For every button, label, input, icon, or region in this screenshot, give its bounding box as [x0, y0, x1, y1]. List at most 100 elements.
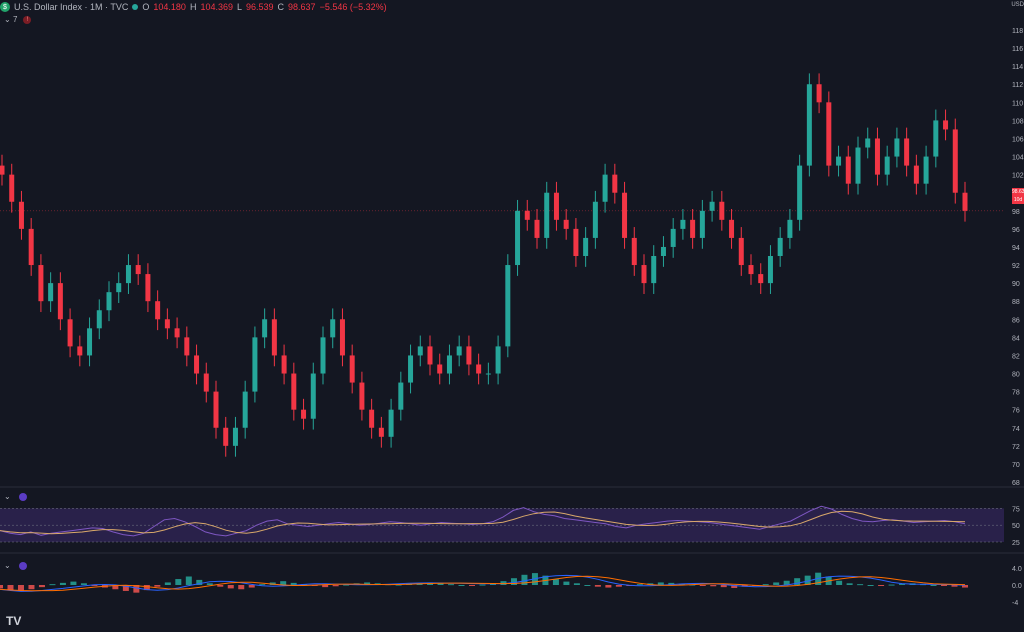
candle-body: [505, 265, 511, 347]
candle-body: [213, 391, 219, 428]
candle-body: [262, 319, 268, 338]
candle-body: [476, 364, 482, 374]
macd-histogram-bar: [773, 582, 780, 585]
candle-body: [184, 337, 190, 356]
macd-histogram-bar: [636, 584, 643, 586]
rsi-tick-label: 75: [1012, 506, 1020, 513]
macd-histogram-bar: [227, 585, 234, 589]
candle-body: [135, 265, 141, 275]
candle-body: [67, 319, 73, 347]
macd-histogram-bar: [80, 583, 87, 585]
macd-histogram-bar: [615, 585, 622, 587]
price-tick-label: 74: [1012, 426, 1020, 433]
candle-body: [612, 174, 618, 193]
candle-body: [952, 129, 958, 193]
candle-body: [194, 355, 200, 374]
candle-body: [816, 84, 822, 103]
candle-body: [515, 210, 521, 266]
price-tick-label: 102: [1012, 173, 1024, 180]
candle-body: [631, 237, 637, 266]
macd-histogram-bar: [248, 585, 255, 588]
candle-body: [904, 138, 910, 166]
candle-body: [553, 192, 559, 220]
low-label: L: [236, 2, 242, 12]
close-value: 98.637: [288, 2, 316, 12]
price-tick-label: 96: [1012, 227, 1020, 234]
candle-body: [767, 256, 773, 284]
candle-body: [495, 346, 501, 374]
macd-histogram-bar: [594, 585, 601, 587]
candle-body: [77, 346, 83, 356]
rsi-tick-label: 25: [1012, 540, 1020, 547]
candle-body: [164, 319, 170, 329]
price-tick-label: 88: [1012, 299, 1020, 306]
candle-body: [641, 265, 647, 284]
candle-body: [125, 265, 131, 284]
price-tick-label: 84: [1012, 335, 1020, 342]
high-value: 104.369: [200, 2, 233, 12]
alert-icon[interactable]: !: [23, 15, 32, 24]
low-value: 96.539: [246, 2, 274, 12]
candle-body: [48, 283, 54, 302]
candle-body: [874, 138, 880, 175]
candle-body: [398, 382, 404, 410]
candle-body: [602, 174, 608, 202]
candle-body: [573, 228, 579, 256]
candle-body: [388, 409, 394, 437]
candle-body: [456, 346, 462, 356]
price-tick-label: 90: [1012, 281, 1020, 288]
chart-svg[interactable]: 1181161141121101081061041021009896949290…: [0, 0, 1024, 632]
current-price-tag: 98.637 10d: [1012, 188, 1024, 204]
macd-histogram-bar: [941, 585, 948, 586]
candle-body: [0, 165, 5, 175]
macd-histogram-bar: [573, 583, 580, 585]
high-label: H: [189, 2, 197, 12]
candle-body: [729, 219, 735, 238]
indicators-toggle[interactable]: ⌄ 7: [4, 15, 17, 24]
candle-body: [738, 237, 744, 266]
candle-body: [826, 102, 832, 166]
tradingview-logo-icon[interactable]: TV: [6, 614, 21, 628]
candle-body: [378, 427, 384, 437]
candle-body: [709, 201, 715, 211]
collapse-icon[interactable]: ⌄: [4, 561, 11, 570]
candle-body: [806, 84, 812, 166]
rsi-pane-label: ⌄: [4, 492, 27, 501]
candle-body: [534, 219, 540, 238]
macd-indicator-icon[interactable]: [18, 561, 27, 570]
price-tick-label: 112: [1012, 82, 1023, 89]
open-value: 104.180: [153, 2, 186, 12]
macd-histogram-bar: [762, 584, 769, 586]
macd-histogram-bar: [154, 585, 161, 587]
currency-label: USD: [1011, 2, 1024, 8]
macd-histogram-bar: [59, 582, 66, 585]
macd-histogram-bar: [217, 585, 224, 587]
rsi-indicator-icon[interactable]: [18, 492, 27, 501]
candle-body: [28, 228, 34, 266]
collapse-icon[interactable]: ⌄: [4, 492, 11, 501]
price-tick-label: 76: [1012, 408, 1020, 415]
candle-body: [330, 319, 336, 338]
macd-histogram-bar: [479, 584, 486, 586]
macd-histogram-bar: [584, 585, 591, 586]
macd-pane-label: ⌄: [4, 561, 27, 570]
symbol-title[interactable]: U.S. Dollar Index · 1M · TVC: [14, 2, 128, 12]
candle-body: [933, 120, 939, 157]
candle-body: [865, 138, 871, 148]
price-tick-label: 68: [1012, 480, 1020, 487]
candle-body: [369, 409, 375, 428]
macd-histogram-bar: [0, 585, 3, 589]
candle-body: [748, 265, 754, 275]
price-tick-label: 108: [1012, 118, 1024, 125]
candle-body: [232, 427, 238, 446]
candle-body: [349, 355, 355, 383]
chart-area[interactable]: 1181161141121101081061041021009896949290…: [0, 0, 1024, 632]
candle-body: [797, 165, 803, 220]
candle-body: [884, 156, 890, 175]
candle-body: [592, 201, 598, 238]
candle-body: [242, 391, 248, 428]
dollar-icon: $: [0, 2, 10, 12]
macd-histogram-bar: [206, 583, 213, 585]
macd-histogram-bar: [322, 585, 329, 588]
macd-histogram-bar: [469, 585, 476, 586]
